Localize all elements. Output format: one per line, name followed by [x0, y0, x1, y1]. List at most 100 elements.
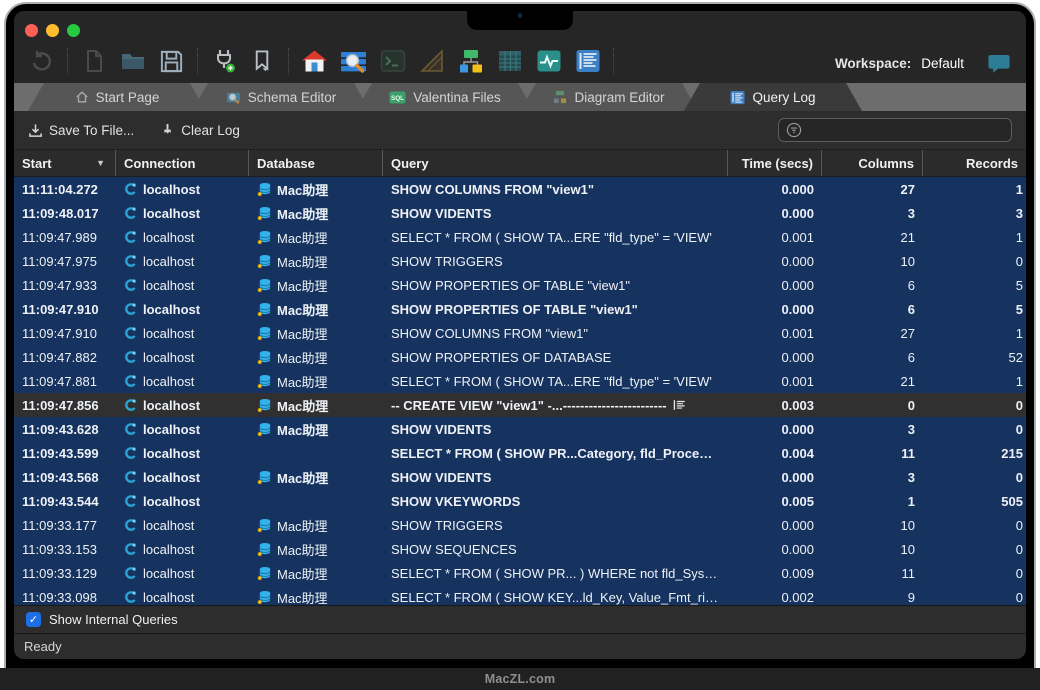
- table-row[interactable]: 11:09:47.856 localhost Mac助理: [14, 393, 1026, 417]
- cell-records: 3: [923, 206, 1026, 221]
- table-row[interactable]: 11:09:43.599 localhost SEL: [14, 441, 1026, 465]
- cell-columns: 3: [822, 470, 923, 485]
- cell-time: 0.004: [728, 446, 822, 461]
- zoom-button[interactable]: [67, 24, 80, 37]
- cell-records: 0: [923, 566, 1026, 581]
- table-row[interactable]: 11:09:43.568 localhost Mac助理: [14, 465, 1026, 489]
- query-text: -- CREATE VIEW "view1" -...-------------…: [391, 398, 667, 413]
- tab-label: Valentina Files: [413, 90, 501, 105]
- cell-records: 505: [923, 494, 1026, 509]
- database-name: Mac助理: [277, 372, 328, 391]
- bookmark-icon[interactable]: [249, 48, 276, 75]
- table-grid-icon[interactable]: [496, 48, 523, 75]
- save-to-file-icon: [28, 123, 43, 138]
- cell-database: Mac助理: [249, 348, 383, 367]
- diagram-ruler-icon[interactable]: [418, 48, 445, 75]
- connection-name: localhost: [143, 254, 194, 269]
- table-row[interactable]: 11:11:04.272 localhost Mac助理: [14, 177, 1026, 201]
- toolbar-separator: [67, 48, 68, 74]
- database-name: Mac助理: [277, 348, 328, 367]
- table-row[interactable]: 11:09:33.129 localhost Mac助理: [14, 561, 1026, 585]
- column-header-database[interactable]: Database: [249, 150, 383, 176]
- database-name: Mac助理: [277, 588, 328, 606]
- diagram-blocks-icon[interactable]: [457, 48, 484, 75]
- table-row[interactable]: 11:09:33.098 localhost Mac助理: [14, 585, 1026, 605]
- cell-database: [249, 494, 383, 509]
- filter-icon: [786, 122, 802, 138]
- connection-swirl-icon: [124, 398, 138, 412]
- tab-valentina-files[interactable]: SQL Valentina Files: [356, 83, 534, 111]
- table-row[interactable]: 11:09:47.933 localhost Mac助理: [14, 273, 1026, 297]
- column-header-columns[interactable]: Columns: [822, 150, 923, 176]
- feedback-bubble-icon[interactable]: [988, 54, 1010, 73]
- cell-database: Mac助理: [249, 276, 383, 295]
- database-cylinder-icon: [257, 182, 272, 197]
- table-row[interactable]: 11:09:47.910 localhost Mac助理: [14, 321, 1026, 345]
- tab-start-page[interactable]: Start Page: [28, 83, 206, 111]
- connect-plug-icon[interactable]: [210, 48, 237, 75]
- query-text: SELECT * FROM ( SHOW PR...Category, fld_…: [391, 446, 720, 461]
- table-row[interactable]: 11:09:33.177 localhost Mac助理: [14, 513, 1026, 537]
- cell-query: -- CREATE VIEW "view1" -...-------------…: [383, 398, 728, 413]
- cell-records: 0: [923, 422, 1026, 437]
- table-row[interactable]: 11:09:47.989 localhost Mac助理: [14, 225, 1026, 249]
- terminal-icon[interactable]: [379, 48, 406, 75]
- table-row[interactable]: 11:09:47.881 localhost Mac助理: [14, 369, 1026, 393]
- cell-records: 1: [923, 230, 1026, 245]
- search-input[interactable]: [778, 118, 1012, 142]
- database-cylinder-icon: [257, 350, 272, 365]
- database-cylinder-icon: [257, 566, 272, 581]
- cell-connection: localhost: [116, 566, 249, 581]
- query-text: SHOW VIDENTS: [391, 206, 491, 221]
- table-row[interactable]: 11:09:33.153 localhost Mac助理: [14, 537, 1026, 561]
- macbook-frame: Workspace: Default Start Page: [0, 0, 1040, 690]
- schema-editor-icon[interactable]: [340, 48, 367, 75]
- tab-diagram-editor[interactable]: Diagram Editor: [520, 83, 698, 111]
- column-header-records[interactable]: Records: [923, 150, 1026, 176]
- connection-name: localhost: [143, 470, 200, 485]
- report-list-icon[interactable]: [574, 48, 601, 75]
- column-header-query[interactable]: Query: [383, 150, 728, 176]
- column-header-connection[interactable]: Connection: [116, 150, 249, 176]
- home-icon[interactable]: [301, 48, 328, 75]
- cell-start: 11:09:47.881: [14, 374, 116, 389]
- cell-query: SHOW VIDENTS: [383, 206, 728, 221]
- cell-records: 0: [923, 398, 1026, 413]
- cell-columns: 0: [822, 398, 923, 413]
- save-icon[interactable]: [158, 48, 185, 75]
- table-row[interactable]: 11:09:47.882 localhost Mac助理: [14, 345, 1026, 369]
- clear-log-button[interactable]: Clear Log: [160, 123, 240, 138]
- open-folder-icon[interactable]: [119, 48, 146, 75]
- table-row[interactable]: 11:09:43.628 localhost Mac助理: [14, 417, 1026, 441]
- minimize-button[interactable]: [46, 24, 59, 37]
- workspace-label: Workspace:: [835, 56, 911, 71]
- cell-start: 11:09:33.098: [14, 590, 116, 605]
- cell-columns: 21: [822, 374, 923, 389]
- table-row[interactable]: 11:09:48.017 localhost Mac助理: [14, 201, 1026, 225]
- cell-database: Mac助理: [249, 588, 383, 606]
- show-internal-queries-checkbox[interactable]: ✓: [26, 612, 41, 627]
- magnifier-icon: [226, 90, 241, 105]
- tab-schema-editor[interactable]: Schema Editor: [192, 83, 370, 111]
- close-button[interactable]: [25, 24, 38, 37]
- query-log-list-icon: [730, 90, 745, 105]
- table-row[interactable]: 11:09:43.544 localhost SHO: [14, 489, 1026, 513]
- save-to-file-button[interactable]: Save To File...: [28, 123, 134, 138]
- monitor-pulse-icon[interactable]: [535, 48, 562, 75]
- cell-records: 5: [923, 278, 1026, 293]
- undo-icon[interactable]: [28, 48, 55, 75]
- connection-swirl-icon: [124, 518, 138, 532]
- window-controls: [25, 24, 80, 37]
- column-header-time[interactable]: Time (secs): [728, 150, 822, 176]
- cell-start: 11:09:47.933: [14, 278, 116, 293]
- toolbar-separator: [197, 48, 198, 74]
- table-row[interactable]: 11:09:47.975 localhost Mac助理: [14, 249, 1026, 273]
- column-header-start[interactable]: Start ▼: [14, 150, 116, 176]
- table-row[interactable]: 11:09:47.910 localhost Mac助理: [14, 297, 1026, 321]
- tab-query-log[interactable]: Query Log: [684, 83, 862, 111]
- cell-start: 11:09:33.153: [14, 542, 116, 557]
- new-document-icon[interactable]: [80, 48, 107, 75]
- cell-time: 0.000: [728, 206, 822, 221]
- workspace-value[interactable]: Default: [921, 56, 964, 71]
- cell-columns: 10: [822, 542, 923, 557]
